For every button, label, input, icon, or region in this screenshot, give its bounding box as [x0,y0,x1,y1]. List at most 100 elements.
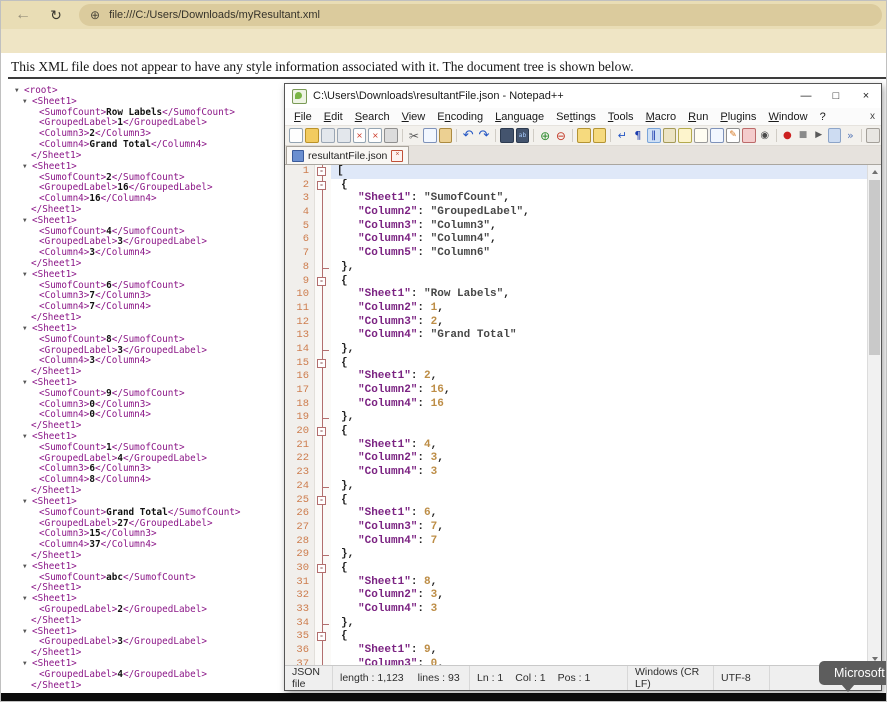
copy-icon[interactable] [423,128,437,143]
browser-refresh-icon[interactable]: ↻ [43,1,69,29]
document-map-icon[interactable] [678,128,692,143]
menu-help[interactable]: ? [814,111,832,123]
record-macro-icon[interactable]: ● [780,128,794,143]
paste-icon[interactable] [439,128,453,143]
maximize-button[interactable]: □ [821,84,851,108]
save-all-icon[interactable] [337,128,351,143]
sync-horizontal-scrolling-icon[interactable] [593,128,607,143]
toolbar-separator [861,129,862,142]
scroll-up-icon[interactable] [868,165,881,178]
code-text: }, [331,480,867,494]
indent-guide-icon[interactable]: ‖ [647,128,661,143]
fold-margin[interactable]: - [315,562,331,576]
save-macro-icon[interactable] [828,128,842,143]
line-number: 22 [285,452,315,466]
collapse-arrow-icon[interactable]: ▼ [23,562,32,573]
collapse-arrow-icon[interactable]: ▼ [15,86,24,97]
fold-margin[interactable]: - [315,165,331,179]
code-text: }, [331,261,867,275]
cut-icon[interactable]: ✂ [407,128,421,143]
document-list-icon[interactable] [694,128,708,143]
menu-macro[interactable]: Macro [640,111,683,123]
minimize-button[interactable]: — [791,84,821,108]
collapse-arrow-icon[interactable]: ▼ [23,627,32,638]
line-number: 2 [285,179,315,193]
title-bar[interactable]: C:\Users\Downloads\resultantFile.json - … [285,84,881,108]
fold-margin[interactable]: - [315,494,331,508]
close-button[interactable]: × [851,84,881,108]
close-doc-icon[interactable]: × [353,128,367,143]
collapse-arrow-icon[interactable]: ▼ [23,216,32,227]
stop-macro-icon[interactable]: ■ [796,128,810,143]
menu-plugins[interactable]: Plugins [714,111,762,123]
view-document-icon[interactable]: ◉ [758,128,772,143]
editor-line: 28"Column4": 7 [285,535,867,549]
menu-settings[interactable]: Settings [550,111,602,123]
folder-as-workspace-icon[interactable] [710,128,724,143]
menu-encoding[interactable]: Encoding [431,111,489,123]
code-text: "Sheet1": 2, [331,370,867,384]
collapse-arrow-icon[interactable]: ▼ [23,270,32,281]
word-wrap-icon[interactable]: ↵ [615,128,629,143]
menu-file[interactable]: File [288,111,318,123]
run-macro-multiple-icon[interactable]: » [843,128,857,143]
editor-line: 35-{ [285,630,867,644]
vertical-scrollbar[interactable] [867,165,881,665]
function-list-icon[interactable] [663,128,677,143]
menu-tools[interactable]: Tools [602,111,640,123]
print-icon[interactable] [384,128,398,143]
editor-line: 34}, [285,617,867,631]
menu-edit[interactable]: Edit [318,111,349,123]
menu-window[interactable]: Window [762,111,813,123]
doc-close-icon[interactable]: x [870,111,875,122]
open-folder-icon[interactable] [305,128,319,143]
plugins-admin-icon[interactable] [866,128,880,143]
collapse-arrow-icon[interactable]: ▼ [23,659,32,670]
toolbar-separator [402,129,403,142]
fold-margin[interactable]: - [315,179,331,193]
redo-icon[interactable]: ↷ [477,128,491,143]
fold-collapse-icon: - [317,496,326,505]
collapse-arrow-icon[interactable]: ▼ [23,162,32,173]
zoom-in-icon[interactable]: ⊕ [538,128,552,143]
fold-margin[interactable]: - [315,357,331,371]
collapse-arrow-icon[interactable]: ▼ [23,497,32,508]
editor-area[interactable]: 1-[2-{3"Sheet1": "SumofCount",4"Column2"… [285,165,881,665]
browser-back-icon[interactable]: ← [9,1,37,29]
tab-resultantfile-json[interactable]: resultantFile.json × [286,146,409,164]
scrollbar-thumb[interactable] [869,180,880,355]
save-icon[interactable] [321,128,335,143]
fold-collapse-icon: - [317,181,326,190]
find-replace-icon[interactable]: ab [516,128,530,143]
edit-config-icon[interactable]: ✎ [726,128,740,143]
fold-margin [315,370,331,384]
show-all-chars-icon[interactable]: ¶ [631,128,645,143]
sync-vertical-scrolling-icon[interactable] [577,128,591,143]
fold-margin[interactable]: - [315,425,331,439]
collapse-arrow-icon[interactable]: ▼ [23,97,32,108]
menu-bar: FileEditSearchViewEncodingLanguageSettin… [285,108,881,125]
collapse-arrow-icon[interactable]: ▼ [23,324,32,335]
collapse-arrow-icon[interactable]: ▼ [23,594,32,605]
editor-line: 13"Column4": "Grand Total" [285,329,867,343]
tab-close-icon[interactable]: × [391,150,403,162]
monitoring-icon[interactable] [742,128,756,143]
menu-language[interactable]: Language [489,111,550,123]
bottom-black-bar [1,693,886,701]
undo-icon[interactable]: ↶ [461,128,475,143]
collapse-arrow-icon[interactable]: ▼ [23,378,32,389]
close-all-docs-icon[interactable]: × [368,128,382,143]
menu-run[interactable]: Run [682,111,714,123]
find-icon[interactable] [500,128,514,143]
address-bar[interactable]: ⊕ file:///C:/Users/Downloads/myResultant… [79,4,882,26]
zoom-out-icon[interactable]: ⊖ [554,128,568,143]
browser-toolbar: ← ↻ ⊕ file:///C:/Users/Downloads/myResul… [1,1,886,53]
fold-margin[interactable]: - [315,630,331,644]
menu-search[interactable]: Search [349,111,396,123]
menu-view[interactable]: View [396,111,432,123]
play-macro-icon[interactable]: ▶ [812,128,826,143]
fold-margin[interactable]: - [315,275,331,289]
collapse-arrow-icon[interactable]: ▼ [23,432,32,443]
code-text: { [331,562,867,576]
new-file-icon[interactable] [289,128,303,143]
